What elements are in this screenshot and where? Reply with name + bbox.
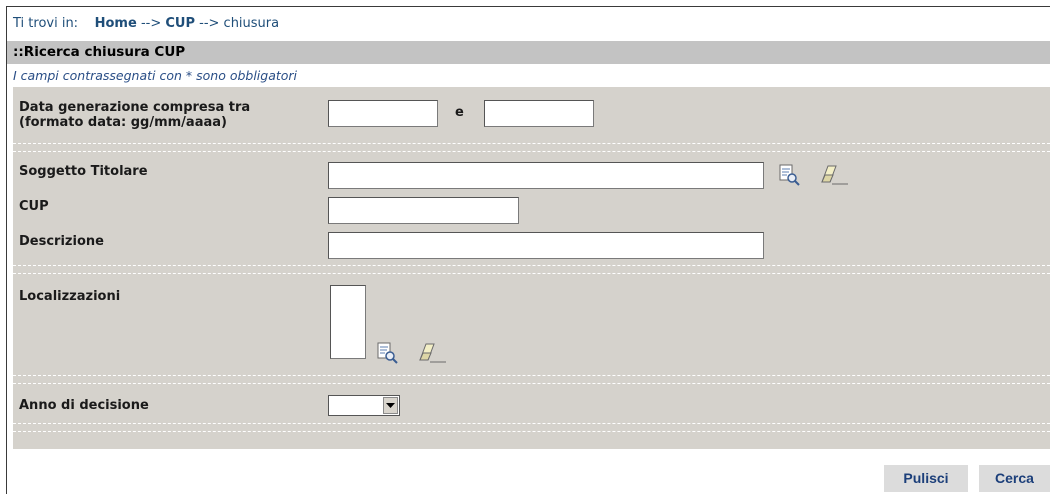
divider [13, 375, 1050, 376]
date-label-line2: (formato data: gg/mm/aaaa) [19, 115, 227, 130]
anno-decisione-label: Anno di decisione [19, 398, 149, 413]
cup-label: CUP [19, 199, 49, 214]
localizzazioni-label: Localizzazioni [19, 289, 121, 304]
search-document-icon[interactable] [375, 340, 399, 368]
section-title: ::Ricerca chiusura CUP [7, 41, 1050, 64]
breadcrumb: Ti trovi in: Home --> CUP --> chiusura [13, 16, 279, 31]
date-label-line1: Data generazione compresa tra [19, 100, 251, 115]
breadcrumb-separator: --> [199, 16, 220, 31]
divider [13, 265, 1050, 266]
soggetto-titolare-input[interactable] [328, 162, 764, 189]
search-document-icon[interactable] [777, 162, 801, 190]
soggetto-titolare-label: Soggetto Titolare [19, 164, 148, 179]
divider [13, 273, 1050, 274]
divider [13, 423, 1050, 424]
date-range-label: Data generazione compresa tra (formato d… [19, 100, 250, 130]
divider [13, 383, 1050, 384]
search-button[interactable]: Cerca [979, 465, 1050, 492]
breadcrumb-separator: --> [140, 16, 162, 31]
breadcrumb-home-link[interactable]: Home [95, 16, 137, 31]
chevron-down-icon[interactable] [383, 397, 398, 414]
breadcrumb-cup-link[interactable]: CUP [165, 16, 195, 31]
required-note: I campi contrassegnati con * sono obblig… [13, 68, 298, 83]
descrizione-input[interactable] [328, 232, 764, 259]
date-to-input[interactable] [484, 100, 594, 127]
search-form-panel [13, 87, 1050, 449]
anno-decisione-select[interactable] [328, 395, 400, 416]
breadcrumb-current: chiusura [223, 16, 280, 31]
date-from-input[interactable] [328, 100, 438, 127]
breadcrumb-prefix: Ti trovi in: [13, 16, 79, 31]
divider [13, 143, 1050, 144]
eraser-icon[interactable] [418, 340, 448, 368]
localizzazioni-list[interactable] [330, 285, 366, 359]
divider [13, 431, 1050, 432]
descrizione-label: Descrizione [19, 234, 104, 249]
eraser-icon[interactable] [820, 162, 850, 190]
divider [13, 151, 1050, 152]
clear-button[interactable]: Pulisci [884, 465, 968, 492]
cup-input[interactable] [328, 197, 519, 224]
date-between-label: e [455, 105, 464, 120]
